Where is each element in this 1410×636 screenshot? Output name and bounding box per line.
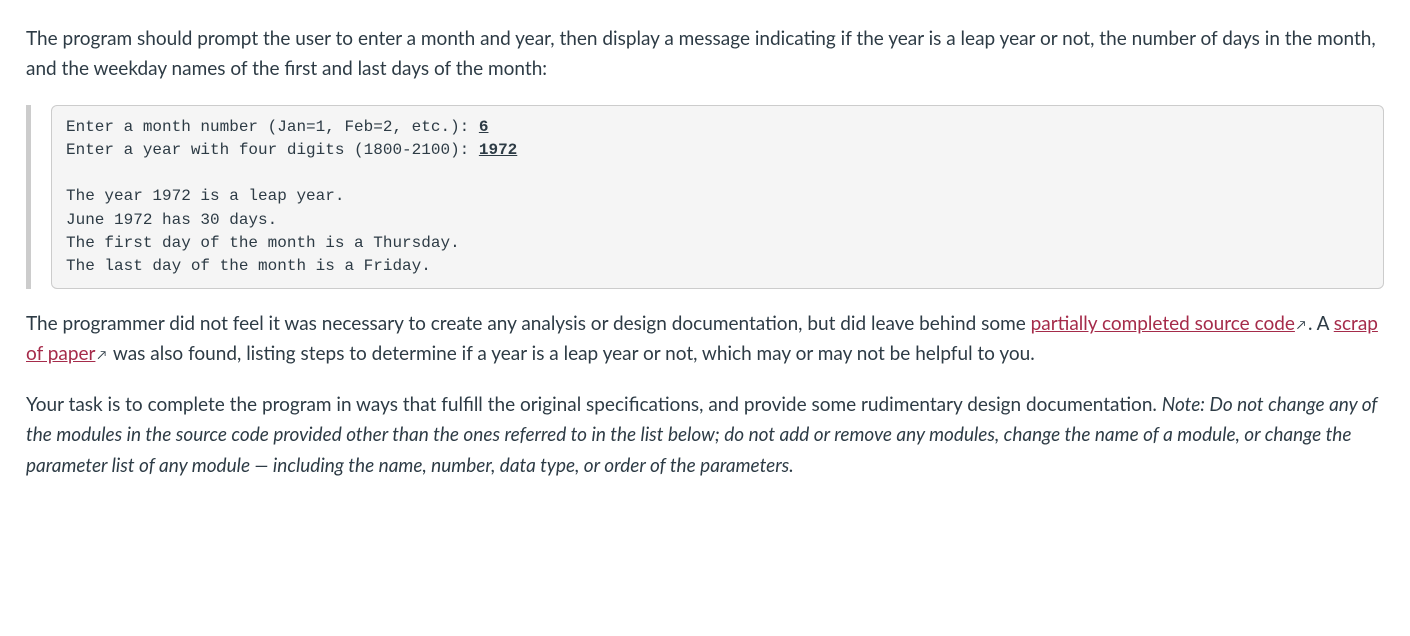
code-line-2-prompt: Enter a year with four digits (1800-2100…: [66, 141, 479, 159]
link-source-code[interactable]: partially completed source code: [1031, 312, 1295, 335]
code-line-1-prompt: Enter a month number (Jan=1, Feb=2, etc.…: [66, 118, 479, 136]
code-line-6: The last day of the month is a Friday.: [66, 257, 431, 275]
task-paragraph: Your task is to complete the program in …: [26, 390, 1384, 481]
sample-output-code: Enter a month number (Jan=1, Feb=2, etc.…: [51, 105, 1384, 289]
code-line-2-input: 1972: [479, 141, 517, 159]
external-link-icon: ↗: [97, 345, 106, 364]
intro-paragraph: The program should prompt the user to en…: [26, 24, 1384, 85]
sample-output-block: Enter a month number (Jan=1, Feb=2, etc.…: [26, 105, 1384, 289]
code-line-5: The first day of the month is a Thursday…: [66, 234, 460, 252]
code-line-1-input: 6: [479, 118, 489, 136]
code-line-3: The year 1972 is a leap year.: [66, 187, 344, 205]
p2-part1: The programmer did not feel it was neces…: [26, 312, 1031, 335]
p3-plain: Your task is to complete the program in …: [26, 393, 1162, 416]
external-link-icon: ↗: [1297, 315, 1306, 334]
p2-part2: . A: [1308, 312, 1334, 335]
p2-part3: was also found, listing steps to determi…: [108, 342, 1034, 365]
documentation-paragraph: The programmer did not feel it was neces…: [26, 309, 1384, 370]
code-line-4: June 1972 has 30 days.: [66, 211, 277, 229]
